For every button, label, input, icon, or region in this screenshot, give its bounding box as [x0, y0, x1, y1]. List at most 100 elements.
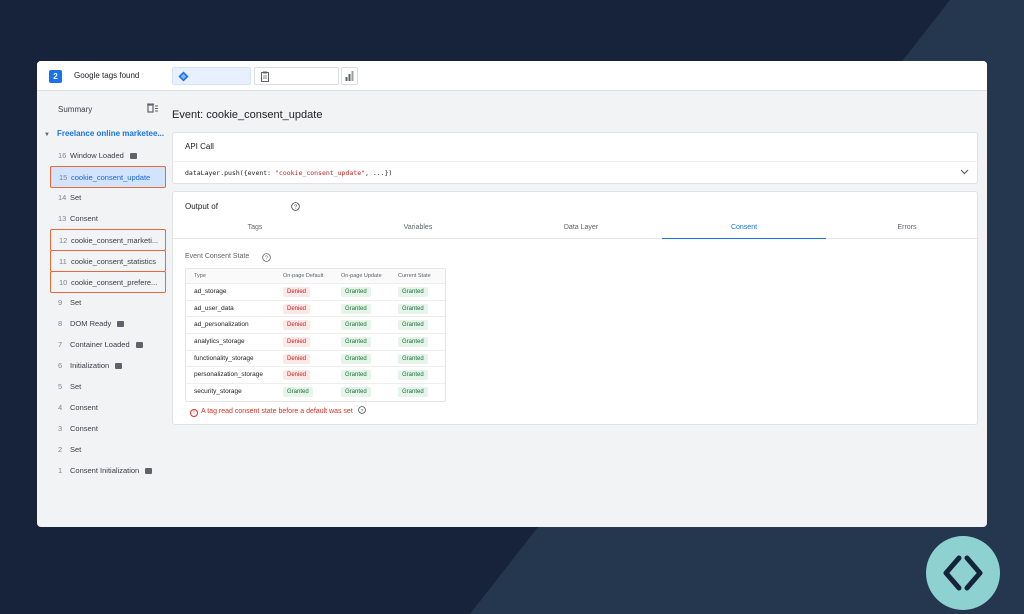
status-badge: Denied — [283, 353, 311, 364]
help-icon[interactable]: ? — [291, 202, 300, 211]
svg-text:?: ? — [360, 408, 363, 414]
event-label: DOM Ready — [70, 319, 112, 328]
event-item[interactable]: 10 cookie_consent_prefere... — [50, 271, 166, 293]
output-card: Output of ? Tags Variables Data Layer Conse… — [172, 191, 979, 425]
tag-assistant-window: 2 Google tags found Summary ▼ Freelance … — [37, 61, 987, 527]
event-item[interactable]: 13 Consent — [50, 208, 166, 229]
consent-type: security_storage — [194, 388, 242, 396]
consent-cell: Granted — [341, 384, 371, 400]
event-item[interactable]: 16 Window Loaded — [50, 145, 166, 166]
column-header: On-page Update — [341, 273, 382, 279]
consent-cell: Granted — [398, 301, 428, 317]
column-header: Type — [194, 273, 206, 279]
consent-warning: ! A tag read consent state before a defau… — [190, 406, 366, 417]
brand-logo — [926, 536, 1000, 610]
event-item[interactable]: 4 Consent — [50, 397, 166, 418]
chevron-down-icon[interactable] — [960, 169, 969, 175]
event-label: Set — [70, 298, 82, 307]
consent-type: functionality_storage — [194, 354, 254, 362]
code-prefix: dataLayer.push({event: — [185, 169, 276, 177]
event-number: 2 — [58, 445, 63, 454]
tab-tags[interactable]: Tags — [173, 219, 337, 239]
consent-type: ad_personalization — [194, 321, 249, 329]
output-tabs: Tags Variables Data Layer Consent Errors — [173, 219, 979, 239]
output-title: Output of — [185, 202, 218, 211]
event-item[interactable]: 3 Consent — [50, 418, 166, 439]
warning-text: A tag read consent state before a defaul… — [201, 408, 353, 415]
event-item[interactable]: 5 Set — [50, 376, 166, 397]
status-badge: Granted — [398, 353, 428, 364]
consent-cell: Granted — [341, 367, 371, 383]
consent-cell: Granted — [341, 334, 371, 350]
event-item[interactable]: 1 Consent Initialization — [50, 460, 166, 481]
status-badge: Denied — [283, 370, 311, 381]
tab-consent[interactable]: Consent — [662, 219, 826, 239]
consent-state-label-text: Event Consent State — [185, 253, 250, 260]
tab-data-layer[interactable]: Data Layer — [499, 219, 663, 239]
api-call-card[interactable]: API Call dataLayer.push({event: "cookie_… — [172, 132, 979, 184]
event-item[interactable]: 2 Set — [50, 439, 166, 460]
status-badge: Granted — [398, 370, 428, 381]
help-icon[interactable]: ? — [357, 406, 366, 414]
event-type-icon — [135, 342, 143, 349]
api-call-code: dataLayer.push({event: "cookie_consent_u… — [185, 169, 392, 177]
event-number: 4 — [58, 403, 63, 412]
consent-type: analytics_storage — [194, 338, 245, 346]
consent-cell: Granted — [283, 384, 313, 400]
consent-cell: Granted — [341, 284, 371, 300]
event-type-icon — [145, 468, 153, 475]
event-number: 9 — [58, 298, 63, 307]
event-item[interactable]: 8 DOM Ready — [50, 313, 166, 334]
status-badge: Granted — [398, 303, 428, 314]
caret-down-icon: ▼ — [44, 132, 50, 138]
svg-text:?: ? — [294, 205, 297, 211]
summary-link[interactable]: Summary — [58, 105, 92, 114]
table-row: ad_storage Denied Granted Granted — [186, 284, 445, 301]
event-number: 5 — [58, 382, 63, 391]
event-item[interactable]: 15 cookie_consent_update — [50, 166, 166, 188]
event-title: Event: cookie_consent_update — [172, 109, 323, 121]
event-label: Container Loaded — [70, 340, 130, 349]
column-header: Current State — [398, 273, 431, 279]
event-item[interactable]: 12 cookie_consent_marketi... — [50, 229, 166, 251]
consent-cell: Granted — [398, 351, 428, 367]
event-item[interactable]: 7 Container Loaded — [50, 334, 166, 355]
tab-errors[interactable]: Errors — [825, 219, 987, 239]
tab-tag-manager[interactable] — [172, 67, 251, 85]
consent-cell: Granted — [341, 301, 371, 317]
container-tree-item[interactable]: ▼ Freelance online marketee... — [44, 129, 164, 138]
code-string: "cookie_consent_update" — [275, 169, 366, 177]
event-item[interactable]: 6 Initialization — [50, 355, 166, 376]
consent-cell: Granted — [398, 317, 428, 333]
event-item[interactable]: 14 Set — [50, 187, 166, 208]
status-badge: Granted — [341, 370, 371, 381]
tab-analytics[interactable] — [341, 67, 358, 85]
event-item[interactable]: 9 Set — [50, 292, 166, 313]
tag-manager-diamond-icon — [178, 71, 189, 82]
error-icon: ! — [190, 409, 198, 417]
table-row: functionality_storage Denied Granted Grante… — [186, 351, 445, 368]
tab-clipboard[interactable] — [254, 67, 339, 85]
event-number: 8 — [58, 319, 63, 328]
event-number: 7 — [58, 340, 63, 349]
tab-variables[interactable]: Variables — [336, 219, 500, 239]
consent-type: ad_user_data — [194, 304, 234, 312]
event-type-icon — [117, 321, 125, 328]
event-label: Window Loaded — [70, 151, 124, 160]
column-header: On-page Default — [283, 273, 324, 279]
consent-type: personalization_storage — [194, 371, 264, 379]
code-suffix: , ...}) — [365, 169, 393, 177]
help-icon[interactable]: ? — [262, 253, 271, 262]
event-item[interactable]: 11 cookie_consent_statistics — [50, 250, 166, 272]
tags-found-label: Google tags found — [74, 71, 140, 80]
status-badge: Denied — [283, 287, 311, 297]
consent-state-label: Event Consent State — [185, 253, 249, 260]
event-type-icon — [129, 153, 137, 160]
status-badge: Granted — [341, 303, 371, 314]
consent-cell: Granted — [398, 334, 428, 350]
main-panel: Event: cookie_consent_update API Call da… — [171, 91, 987, 527]
clipboard-icon — [261, 71, 269, 82]
clear-list-icon[interactable] — [147, 103, 158, 113]
table-row: ad_personalization Denied Granted Granted — [186, 317, 445, 335]
event-number: 10 — [59, 278, 68, 287]
